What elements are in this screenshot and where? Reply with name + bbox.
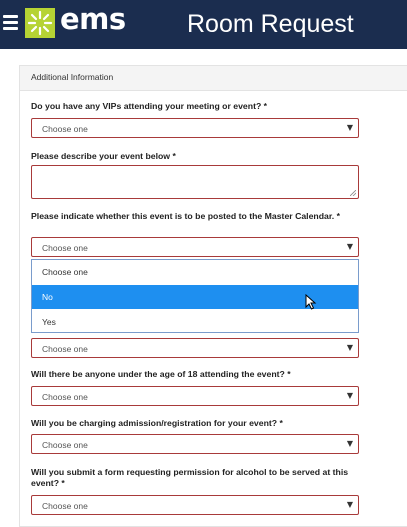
chevron-down-icon: ▼: [346, 343, 353, 352]
vips-select-value: Choose one: [42, 124, 88, 134]
question-under-18-label: Will there be anyone under the age of 18…: [31, 369, 291, 379]
alcohol-select[interactable]: Choose one ▼: [31, 495, 359, 515]
chevron-down-icon: ▼: [346, 391, 353, 400]
vips-select[interactable]: Choose one ▼: [31, 118, 359, 138]
admission-select[interactable]: Choose one ▼: [31, 434, 359, 454]
chevron-down-icon: ▼: [346, 500, 353, 509]
hidden-question-select[interactable]: Choose one ▼: [31, 338, 359, 358]
section-title: Additional Information: [31, 72, 114, 82]
event-description-textarea[interactable]: [31, 165, 359, 199]
chevron-down-icon: ▼: [346, 123, 353, 132]
mouse-pointer-icon: [305, 294, 317, 310]
page-title: Room Request: [187, 10, 354, 38]
brand-name: ems: [60, 2, 126, 36]
master-calendar-select[interactable]: Choose one ▼: [31, 237, 359, 257]
chevron-down-icon: ▼: [346, 439, 353, 448]
app-header: ems Room Request: [0, 0, 407, 49]
chevron-down-icon: ▼: [346, 242, 353, 251]
question-vips-label: Do you have any VIPs attending your meet…: [31, 101, 268, 111]
hidden-question-select-value: Choose one: [42, 344, 88, 354]
question-alcohol-label: Will you submit a form requesting permis…: [31, 467, 349, 488]
hamburger-menu-icon[interactable]: [3, 13, 18, 32]
question-admission-label: Will you be charging admission/registrat…: [31, 418, 283, 428]
section-header: Additional Information: [20, 66, 407, 91]
dropdown-option-choose-one[interactable]: Choose one: [32, 260, 358, 284]
under-18-select-value: Choose one: [42, 392, 88, 402]
ems-logo-icon: [25, 8, 55, 38]
question-master-calendar-label: Please indicate whether this event is to…: [31, 211, 340, 221]
under-18-select[interactable]: Choose one ▼: [31, 386, 359, 406]
master-calendar-select-value: Choose one: [42, 243, 88, 253]
resize-grip-icon[interactable]: [350, 190, 356, 196]
question-description-label: Please describe your event below *: [31, 151, 176, 161]
admission-select-value: Choose one: [42, 440, 88, 450]
dropdown-option-yes[interactable]: Yes: [32, 310, 358, 334]
